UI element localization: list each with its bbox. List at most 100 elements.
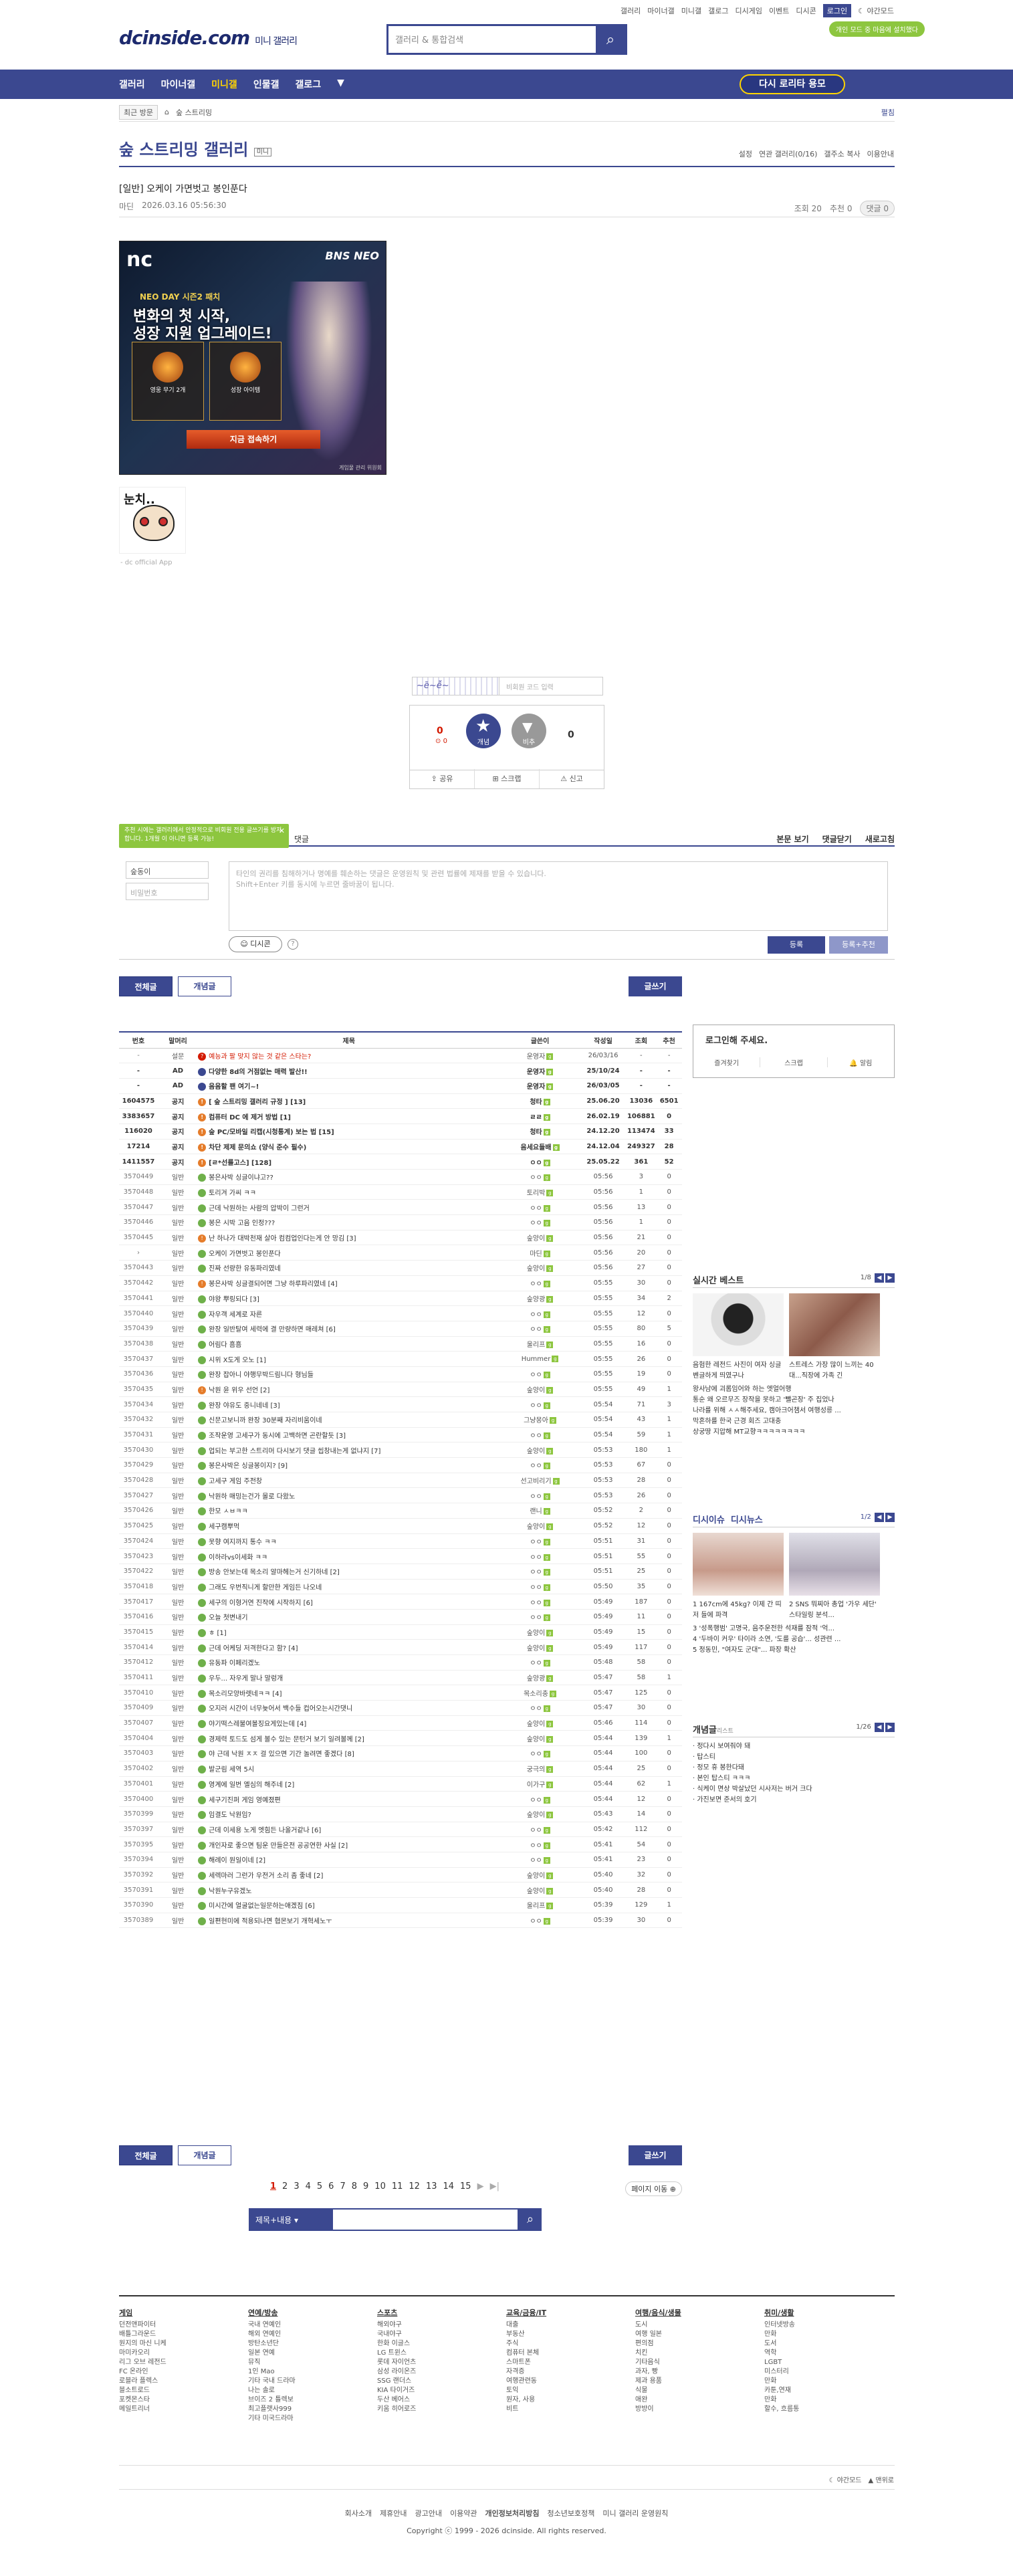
row-title-text[interactable]: 완장 야유도 중니네네 [3]	[209, 1402, 280, 1410]
row-title[interactable]: 한모 ㅅㅂㅋㅋ	[198, 1503, 500, 1519]
row-title-text[interactable]: 발군림 세역 5시	[209, 1766, 254, 1774]
row-author[interactable]: 목소리충 g	[499, 1685, 580, 1701]
row-title-text[interactable]: 임결도 낙원임?	[209, 1812, 251, 1819]
row-title[interactable]: 일편현미에 적용되나면 협몬보기 개혁세노ㅜ	[198, 1913, 500, 1929]
gallog-icon[interactable]: g	[546, 1903, 554, 1910]
row-title[interactable]: 오늘 첫변내기	[198, 1609, 500, 1625]
concept-list-item[interactable]: · 식케이 면상 박살났던 시사저는 버거 크다	[693, 1784, 895, 1795]
row-title[interactable]: 완장 야유도 중니네네 [3]	[198, 1396, 500, 1412]
row-title-text[interactable]: 봉은사박 싱글결되어면 그냥 하루파리였네 [4]	[209, 1281, 337, 1288]
footer-link[interactable]: 애완	[635, 2395, 764, 2405]
issue-list-item[interactable]: 3 '성폭행범' 고명국, 음주운전한 석재를 잠적 '억...	[693, 1624, 895, 1634]
search-button[interactable]: ⌕	[596, 26, 625, 53]
gallog-icon[interactable]: g	[546, 1812, 554, 1819]
page-number[interactable]: 4	[306, 2181, 311, 2191]
best-thumb[interactable]	[789, 1293, 880, 1356]
gallog-icon[interactable]: g	[543, 1553, 550, 1561]
footer-bottom-link[interactable]: 개인정보처리방침	[485, 2508, 540, 2518]
footer-link[interactable]: 식물	[635, 2386, 764, 2395]
share-button[interactable]: ⇪ 공유	[410, 769, 475, 788]
footer-column-title[interactable]: 게임	[119, 2309, 248, 2318]
nickname-field[interactable]: 숲동이	[126, 861, 209, 879]
row-title[interactable]: ! 낙원 윤 위우 선언 [2]	[198, 1382, 500, 1398]
table-row[interactable]: 3570424 일반 못향 여지까지 통수 ㅋㅋ ㅇㅇ g 05:51 31 0	[119, 1533, 682, 1549]
footer-link[interactable]: 만화	[764, 2330, 893, 2339]
prev-icon[interactable]: ◀	[875, 1723, 884, 1732]
footer-link[interactable]: 토익	[506, 2386, 635, 2395]
row-title-text[interactable]: 해례이 원일이네 [2]	[209, 1857, 265, 1864]
row-title[interactable]: 신문고보니까 완장 30분째 자리비움이네	[198, 1412, 500, 1428]
site-logo[interactable]: dcinside.com 미니 갤러리	[119, 27, 298, 49]
gallog-icon[interactable]: g	[543, 1751, 550, 1758]
table-row[interactable]: 3570445 일반! 난 하나가 대박천재 살아 컴컴업인다는게 안 망김 [3]…	[119, 1230, 682, 1246]
util-link-mini[interactable]: 미니갤	[681, 5, 701, 16]
upvote-button[interactable]: 개념	[466, 714, 501, 748]
table-row[interactable]: 3570430 일반 업되는 부고한 스트리머 다시보기 댓글 씹창내는게 없냐지 …	[119, 1442, 682, 1459]
gallog-icon[interactable]: g	[543, 1129, 550, 1136]
gallog-icon[interactable]: g	[546, 1887, 554, 1895]
table-row[interactable]: 3570422 일반 방송 안보는데 목소리 알마헤는거 신기하네 [2] ㅇㅇ g 05…	[119, 1564, 682, 1580]
table-row[interactable]: 3570407 일반 야기떡스레불여볼징요게있는데 [4] 숲양이 g 05:46 114 0	[119, 1715, 682, 1731]
concept-posts-button[interactable]: 개념글	[178, 2145, 231, 2165]
footer-bottom-link[interactable]: 이용약관	[450, 2508, 477, 2518]
row-title[interactable]: ? 예능과 팔 맞지 않는 것 같은 스타는?	[198, 1048, 500, 1064]
captcha-image[interactable]: ~ẽ~ễ~	[413, 677, 499, 695]
report-button[interactable]: ⚠ 신고	[540, 769, 604, 788]
row-author[interactable]: Hummer g	[499, 1351, 580, 1367]
row-title[interactable]: 토리겨 가씨 ㅋㅋ	[198, 1184, 500, 1200]
table-row[interactable]: 3570426 일반 한모 ㅅㅂㅋㅋ 랜니 g 05:52 2 0	[119, 1503, 682, 1519]
footer-link[interactable]: LGBT	[764, 2358, 893, 2367]
footer-link[interactable]: 리그 오브 레전드	[119, 2358, 248, 2367]
row-title[interactable]: 오지러 시간이 너무늦어서 백수들 컵어오는시간댓니	[198, 1700, 500, 1716]
row-author[interactable]: ㅇㅇ g	[499, 1457, 580, 1473]
footer-link[interactable]: 던전앤파이터	[119, 2321, 248, 2330]
issue-caption[interactable]: 1 167cm에 45kg? 이제 간 띠저 들에 파격	[693, 1600, 784, 1621]
row-title-text[interactable]: 근데 낙원하는 사람의 압박이 그런거	[209, 1205, 310, 1212]
board-search-input[interactable]	[332, 2208, 519, 2231]
table-row[interactable]: - AD 음음할 팬 여기~! 운영자 g 26/03/05- -	[119, 1078, 682, 1094]
gallog-icon[interactable]: g	[546, 1781, 554, 1788]
row-title-text[interactable]: 오지러 시간이 너무늦어서 백수들 컵어오는시간댓니	[209, 1705, 352, 1713]
row-title-text[interactable]: 근데 어케딩 저격한다고 함? [4]	[209, 1645, 298, 1652]
row-author[interactable]: ㅇㅇ g	[499, 1214, 580, 1230]
row-author[interactable]: 숲양이 g	[499, 1624, 580, 1640]
next-page-icon[interactable]: ▶	[477, 2181, 484, 2191]
table-row[interactable]: 3570395 일반 개인자로 좋으면 팀운 만들은전 공공연한 사실 [2] ㅇㅇ g…	[119, 1836, 682, 1852]
table-row[interactable]: 3383657 공지! 컴퓨터 DC 에 제거 방법 [1] ㄹㄹ g 26.02.19 1…	[119, 1108, 682, 1124]
row-title-text[interactable]: 봉은 시박 고음 인정???	[209, 1220, 275, 1227]
table-row[interactable]: 3570425 일반 세구캠뿌먹 숲양이 g 05:52 12 0	[119, 1518, 682, 1534]
tool-settings[interactable]: 설정	[739, 148, 752, 159]
footer-link[interactable]: 카툰,연재	[764, 2386, 893, 2395]
gallog-icon[interactable]: g	[543, 1311, 550, 1318]
gallog-icon[interactable]: g	[546, 1872, 554, 1879]
row-title-text[interactable]: 세구기진퍼 게임 영예졌편	[209, 1797, 281, 1804]
footer-link[interactable]: 롯데 자이언츠	[377, 2358, 506, 2367]
best-list-item[interactable]: 상궁땅 지압해 MT교향ㅋㅋㅋㅋㅋㅋㅋㅋ	[693, 1427, 895, 1438]
row-title-text[interactable]: 다양한 8d의 거점없는 매력 발산!!	[209, 1069, 308, 1076]
row-title-text[interactable]: 음음할 팬 여기~!	[209, 1083, 259, 1091]
table-row[interactable]: 3570447 일반 근데 낙원하는 사람의 압박이 그런거 ㅇㅇ g 05:56 13 0	[119, 1199, 682, 1216]
gallog-icon[interactable]: g	[546, 1766, 554, 1774]
nav-more-icon[interactable]: ▼	[337, 78, 344, 91]
row-title[interactable]: 해례이 원일이네 [2]	[198, 1852, 500, 1868]
row-title[interactable]: 경제력 토드도 섬게 볼수 있는 문턴거 보기 일려볼께 [2]	[198, 1730, 500, 1747]
util-link-event[interactable]: 이벤트	[769, 5, 789, 16]
footer-link[interactable]: 포켓몬스타	[119, 2395, 248, 2405]
page-number[interactable]: 3	[294, 2181, 299, 2191]
table-row[interactable]: 3570448 일반 토리겨 가씨 ㅋㅋ 토리박 g 05:56 1 0	[119, 1184, 682, 1200]
row-title[interactable]: 완장 잡아니 야행무박드림니다 형님들	[198, 1366, 500, 1382]
row-title-text[interactable]: 토리겨 가씨 ㅋㅋ	[209, 1190, 256, 1197]
board-search-button[interactable]: ⌕	[519, 2208, 542, 2231]
row-title-text[interactable]: 자우객 세계로 자른	[209, 1311, 262, 1319]
table-row[interactable]: 116020 공지! 숲 PC/모바일 리캡(시청통계) 보는 법 [15] 청타 g 2…	[119, 1123, 682, 1140]
row-author[interactable]: 울리프 g	[499, 1897, 580, 1913]
table-row[interactable]: › 일반 오케이 가면벗고 봉인푼다 마딘 g 05:56 20 0	[119, 1245, 682, 1261]
row-author[interactable]: 랜니 g	[499, 1503, 580, 1519]
login-prompt[interactable]: 로그인해 주세요.	[705, 1033, 768, 1046]
row-title-text[interactable]: 이하라vs이세화 ㅋㅋ	[209, 1554, 267, 1562]
row-title[interactable]: 미시간에 얼굴없는일문하는애겠짐 [6]	[198, 1897, 500, 1913]
footer-bottom-link[interactable]: 광고안내	[415, 2508, 442, 2518]
gallog-icon[interactable]: g	[549, 1417, 556, 1424]
nav-gallog[interactable]: 갤로그	[295, 78, 321, 91]
row-title-text[interactable]: ㅎ [1]	[209, 1630, 227, 1637]
